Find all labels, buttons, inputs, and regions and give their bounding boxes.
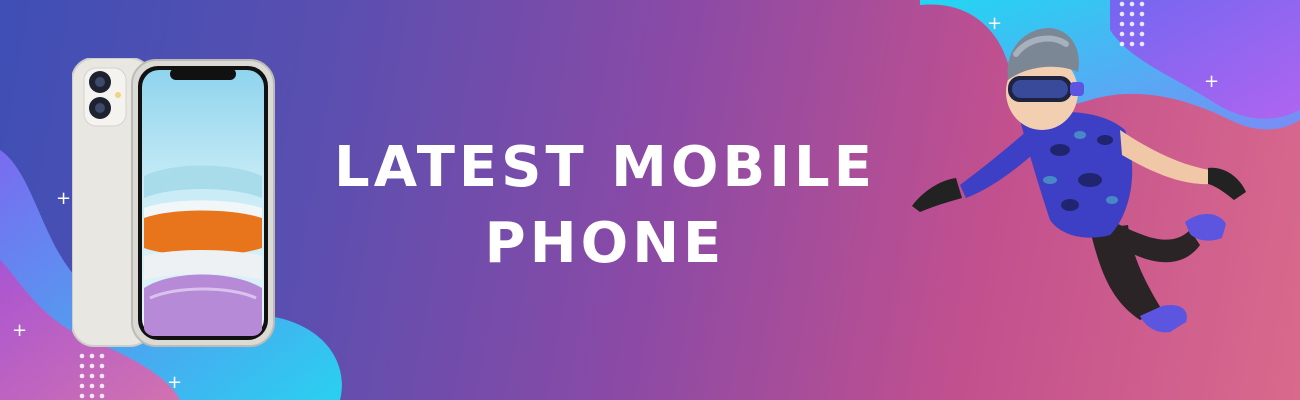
plus-sparkle-icon: + — [167, 372, 183, 393]
smartphone-icon — [72, 58, 275, 347]
plus-sparkle-icon: + — [12, 320, 28, 341]
banner: + + + + + LATEST MOBILE PHONE — [0, 0, 1300, 400]
dot-grid-icon — [79, 353, 105, 399]
title-line-1: LATEST MOBILE — [334, 135, 876, 200]
title-line-2: PHONE — [484, 211, 726, 276]
vr-character-icon — [912, 28, 1246, 333]
banner-title: LATEST MOBILE PHONE — [300, 130, 910, 282]
plus-sparkle-icon: + — [56, 188, 72, 209]
